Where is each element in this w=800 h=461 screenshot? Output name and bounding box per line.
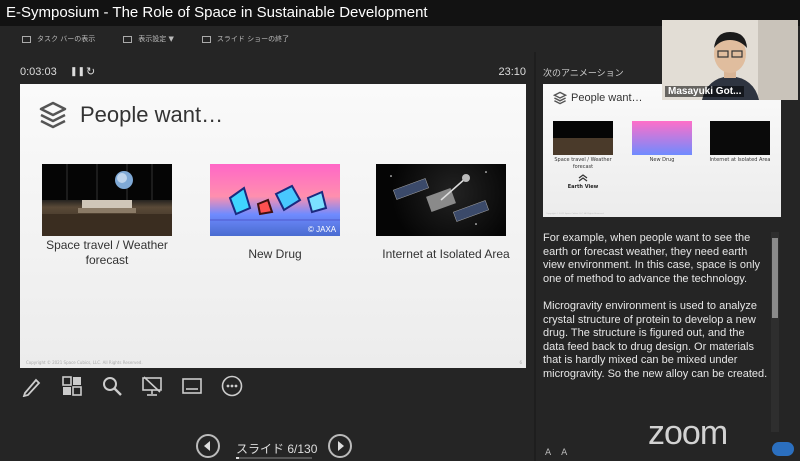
reset-timer-icon[interactable]: ↻ [86,65,95,78]
panel-divider[interactable] [534,52,536,461]
subtitles-icon [182,378,202,394]
black-screen-button[interactable] [140,374,164,398]
caption-space-travel: Space travel / Weather forecast [32,238,182,268]
speaker-notes[interactable]: For example, when people want to see the… [537,232,769,432]
next-earth-view-label: Earth View [553,174,613,190]
slide-navigation: スライド 6/130 [192,432,362,461]
caption-space-travel-text: Space travel / Weather forecast [46,238,168,267]
screen-slash-icon [142,376,162,396]
status-badge [772,442,794,456]
slide-progress-bar [236,457,312,459]
next-new-drug-thumb [632,121,692,155]
slide-progress-fill [236,457,240,459]
next-satellite-thumb [710,121,770,155]
notes-paragraph-1: For example, when people want to see the… [543,232,761,285]
presenter-toolbar: タスク バーの表示 表示設定 ▼ スライド ショーの終了 [0,26,540,52]
next-earth-view-thumb [553,121,613,155]
timer-row: 0:03:03 ❚❚ ↻ 23:10 [20,66,526,80]
next-caption-internet: Internet at Isolated Area [709,157,771,163]
layers-logo-small-icon [553,91,567,105]
next-slide-copyright: Copyright © 2021 Space Cubics, LLC. All … [546,213,605,215]
notes-paragraph-2: Microgravity environment is used to anal… [543,300,768,380]
grid-slides-icon [62,376,82,396]
next-caption-space-travel: Space travel / Weather forecast [554,157,612,170]
display-settings-label: 表示設定 ▼ [138,35,174,43]
pen-tool-button[interactable] [20,374,44,398]
slide-counter[interactable]: スライド 6/130 [236,440,317,457]
subtitles-button[interactable] [180,374,204,398]
next-animation-label: 次のアニメーション [543,69,624,79]
satellite-image [376,164,506,236]
decrease-font-button[interactable]: A [561,448,567,458]
next-caption-new-drug: New Drug [649,157,675,163]
pen-icon [22,378,41,397]
presenter-view: E-Symposium - The Role of Space in Susta… [0,0,800,461]
taskbar-icon [22,35,31,43]
next-slide-button[interactable] [328,434,352,458]
jaxa-credit: © JAXA [308,225,337,234]
chevron-right-icon [338,441,344,451]
notes-scroll-thumb[interactable] [772,238,778,318]
participant-name: Masayuki Got... [665,86,745,97]
new-drug-image: © JAXA [210,164,340,236]
end-show-icon [201,35,211,43]
show-taskbar-button[interactable]: タスク バーの表示 [22,34,95,44]
double-chevron-up-icon [578,174,588,182]
layers-logo-icon [39,101,67,129]
presenter-tools [20,372,244,400]
notes-scrollbar[interactable] [771,232,779,432]
elapsed-time: 0:03:03 [20,66,57,78]
earth-view-text: Earth View [567,184,599,190]
caption-new-drug: New Drug [248,247,302,261]
pause-icon[interactable]: ❚❚ [70,66,85,77]
end-show-label: スライド ショーの終了 [216,35,290,43]
more-options-button[interactable] [220,374,244,398]
notes-font-controls: A A [545,448,567,458]
caption-internet: Internet at Isolated Area [382,247,510,261]
previous-slide-button[interactable] [196,434,220,458]
more-options-icon [221,375,243,397]
display-settings-button[interactable]: 表示設定 ▼ [123,34,174,44]
chevron-left-icon [204,441,210,451]
show-taskbar-label: タスク バーの表示 [37,35,96,43]
see-all-slides-button[interactable] [60,374,84,398]
zoom-watermark: zoom [648,414,728,452]
slide-title: People want… [80,102,224,127]
clock-time: 23:10 [498,66,526,78]
magnifier-icon [103,377,122,396]
slide-copyright: Copyright © 2021 Space Cubics, LLC. All … [26,360,143,365]
zoom-slide-button[interactable] [100,374,124,398]
end-show-button[interactable]: スライド ショーの終了 [201,34,290,44]
earth-view-image [42,164,172,236]
next-slide-preview[interactable]: People want… Space travel / Weather fore… [543,84,781,217]
current-slide[interactable]: People want… © JAXA Space travel / Weath… [20,84,526,368]
slide-page-number: 6 [519,360,522,365]
participant-video[interactable]: Masayuki Got... [662,20,798,100]
increase-font-button[interactable]: A [545,448,551,458]
display-settings-icon [123,35,133,43]
next-slide-title: People want… [571,92,643,104]
